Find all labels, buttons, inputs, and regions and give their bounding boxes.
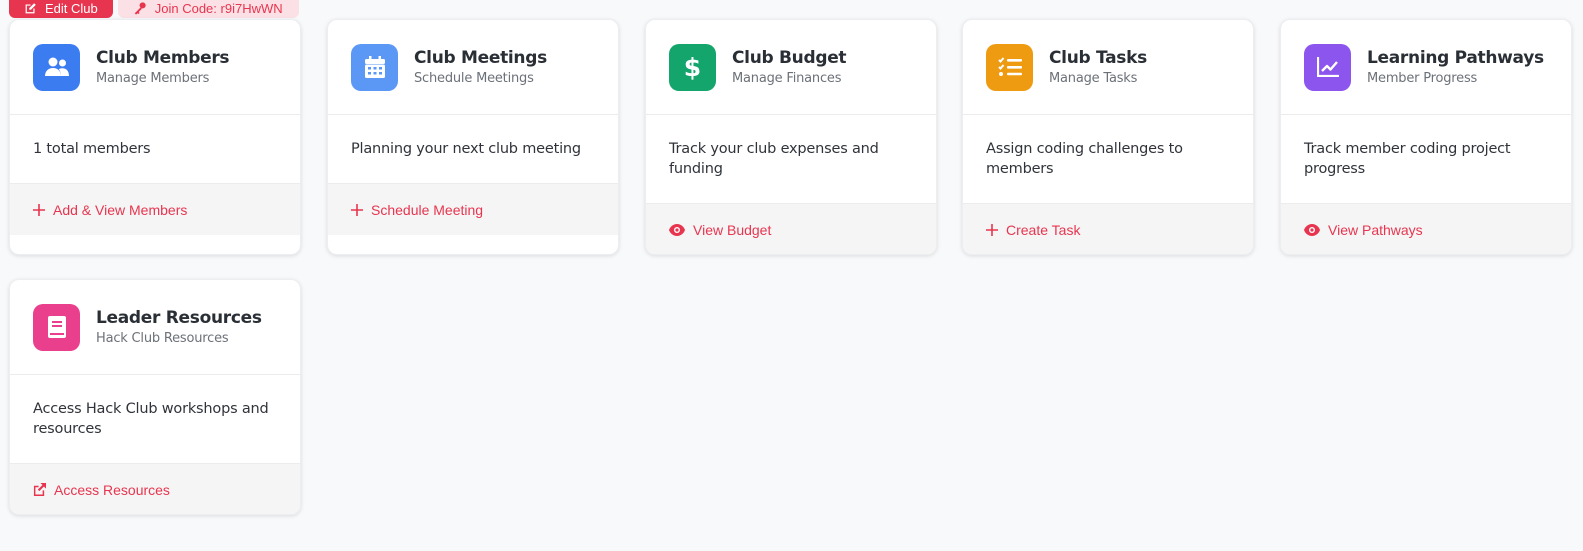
- card-club-members: Club Members Manage Members 1 total memb…: [9, 19, 301, 255]
- card-title: Club Meetings: [414, 48, 547, 68]
- card-learning-pathways: Learning Pathways Member Progress Track …: [1280, 19, 1572, 255]
- card-title: Club Budget: [732, 48, 847, 68]
- key-icon: [134, 2, 146, 15]
- view-pathways-button[interactable]: View Pathways: [1281, 203, 1571, 254]
- card-description: Planning your next club meeting: [351, 141, 581, 157]
- eye-icon: [1304, 223, 1320, 236]
- card-title: Leader Resources: [96, 308, 262, 328]
- card-description: Access Hack Club workshops and resources: [33, 401, 269, 437]
- card-leader-resources: Leader Resources Hack Club Resources Acc…: [9, 279, 301, 515]
- card-club-budget: $ Club Budget Manage Finances Track your…: [645, 19, 937, 255]
- access-resources-button[interactable]: Access Resources: [10, 463, 300, 514]
- card-action-label: View Pathways: [1328, 221, 1423, 238]
- card-header: Club Tasks Manage Tasks: [963, 20, 1253, 115]
- card-header: Learning Pathways Member Progress: [1281, 20, 1571, 115]
- card-subtitle: Manage Members: [96, 71, 210, 86]
- card-title: Club Tasks: [1049, 48, 1147, 68]
- external-link-icon: [33, 483, 46, 496]
- card-action-label: Access Resources: [54, 481, 170, 498]
- card-header: Leader Resources Hack Club Resources: [10, 280, 300, 375]
- card-header: Club Meetings Schedule Meetings: [328, 20, 618, 115]
- users-icon: [33, 43, 80, 91]
- card-club-meetings: Club Meetings Schedule Meetings Planning…: [327, 19, 619, 255]
- card-subtitle: Member Progress: [1367, 71, 1478, 86]
- schedule-meeting-button[interactable]: Schedule Meeting: [328, 183, 618, 235]
- card-description: 1 total members: [33, 141, 151, 157]
- card-subtitle: Manage Finances: [732, 71, 842, 86]
- card-description: Track your club expenses and funding: [669, 141, 879, 177]
- card-title: Club Members: [96, 48, 230, 68]
- card-description: Assign coding challenges to members: [986, 141, 1183, 177]
- card-action-label: View Budget: [693, 221, 772, 238]
- plus-icon: [351, 203, 363, 216]
- plus-icon: [33, 203, 45, 216]
- card-header: $ Club Budget Manage Finances: [646, 20, 936, 115]
- card-action-label: Create Task: [1006, 221, 1081, 238]
- plus-icon: [986, 223, 998, 236]
- top-actions: Edit Club Join Code: r9i7HwWN: [9, 0, 299, 18]
- create-task-button[interactable]: Create Task: [963, 203, 1253, 254]
- join-code-button[interactable]: Join Code: r9i7HwWN: [117, 0, 299, 18]
- chart-line-icon: [1304, 43, 1351, 91]
- join-code-label: Join Code: r9i7HwWN: [154, 0, 283, 16]
- card-description: Track member coding project progress: [1304, 141, 1511, 177]
- card-subtitle: Manage Tasks: [1049, 71, 1138, 86]
- task-list-icon: [986, 43, 1033, 91]
- card-title: Learning Pathways: [1367, 48, 1544, 68]
- eye-icon: [669, 223, 685, 236]
- edit-icon: [25, 2, 36, 13]
- edit-club-label: Edit Club: [45, 0, 98, 16]
- card-club-tasks: Club Tasks Manage Tasks Assign coding ch…: [962, 19, 1254, 255]
- card-action-label: Add & View Members: [53, 201, 188, 218]
- card-subtitle: Schedule Meetings: [414, 71, 534, 86]
- view-budget-button[interactable]: View Budget: [646, 203, 936, 254]
- card-header: Club Members Manage Members: [10, 20, 300, 115]
- card-action-label: Schedule Meeting: [371, 201, 484, 218]
- card-subtitle: Hack Club Resources: [96, 331, 229, 346]
- edit-club-button[interactable]: Edit Club: [9, 0, 113, 18]
- dollar-icon: $: [669, 43, 716, 91]
- add-view-members-button[interactable]: Add & View Members: [10, 183, 300, 235]
- book-icon: [33, 303, 80, 351]
- calendar-icon: [351, 43, 398, 91]
